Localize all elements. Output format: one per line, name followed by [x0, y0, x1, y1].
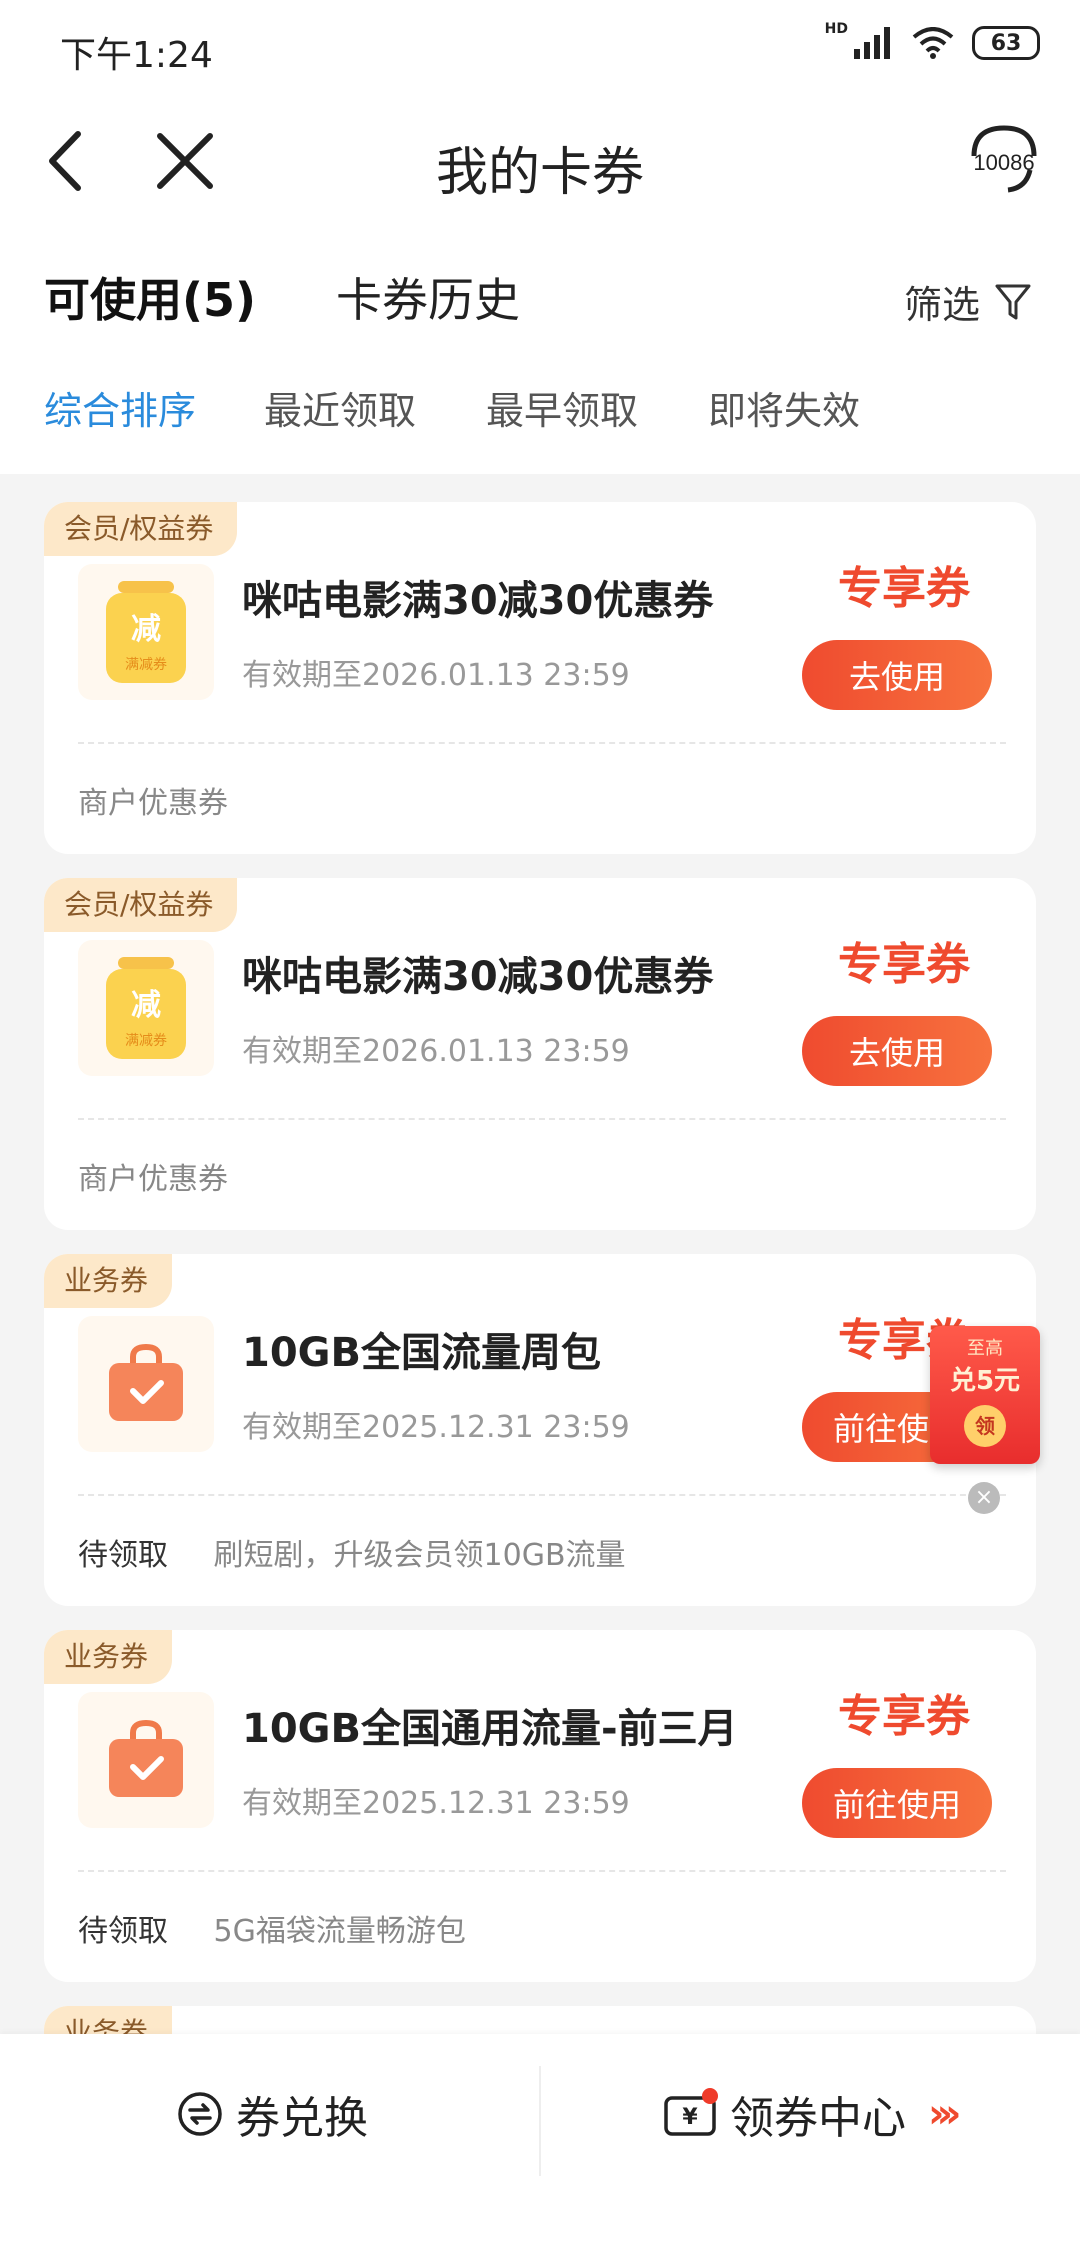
coupon-footer: 待领取 5G福袋流量畅游包 [78, 1906, 466, 1950]
exclusive-label: 专享券 [838, 939, 970, 990]
coupon-thumbnail: 减 满减券 [78, 940, 214, 1076]
svg-text:¥: ¥ [682, 2105, 698, 2130]
coupon-center-label: 领券中心 [730, 2093, 906, 2144]
sort-expiring[interactable]: 即将失效 [708, 380, 860, 435]
shopping-bag-icon [109, 1719, 183, 1797]
signal-icon [854, 27, 890, 59]
divider [78, 742, 1006, 744]
app-header: 我的卡券 10086 [0, 96, 1080, 226]
coupon-tag: 会员/权益券 [44, 878, 238, 932]
coupon-tag: 业务券 [44, 1254, 173, 1308]
shopping-bag-icon [109, 1343, 183, 1421]
hd-label: HD [824, 21, 848, 37]
coupon-status: 待领取 [78, 1538, 168, 1573]
discount-jar-icon: 减 满减券 [106, 581, 186, 683]
coupon-name: 咪咕电影满30减30优惠券 [242, 954, 714, 1000]
use-coupon-button[interactable]: 前往使用 [802, 1768, 992, 1838]
coupon-source: 商户优惠券 [78, 786, 228, 821]
use-coupon-button[interactable]: 去使用 [802, 640, 992, 710]
coupon-source: 刷短剧，升级会员领10GB流量 [213, 1538, 626, 1573]
sort-comprehensive[interactable]: 综合排序 [44, 380, 196, 435]
exclusive-label: 专享券 [838, 1691, 970, 1742]
bottom-bar: 券兑换 ¥ 领券中心 ››› [0, 2034, 1080, 2248]
sort-recent[interactable]: 最近领取 [264, 380, 416, 435]
coupon-card: 业务券 [44, 2006, 1036, 2034]
divider [78, 1870, 1006, 1872]
coupon-expiry: 有效期至2025.12.31 23:59 [242, 1786, 630, 1821]
sort-options: 综合排序 最近领取 最早领取 即将失效 [0, 330, 1080, 474]
coupon-status: 待领取 [78, 1914, 168, 1949]
divider [539, 2066, 541, 2176]
coupon-expiry: 有效期至2026.01.13 23:59 [242, 658, 630, 693]
filter-button[interactable]: 筛选 [904, 274, 1032, 329]
coupon-thumbnail [78, 1316, 214, 1452]
coupon-name: 咪咕电影满30减30优惠券 [242, 578, 714, 624]
coupon-expiry: 有效期至2025.12.31 23:59 [242, 1410, 630, 1445]
promo-line1: 至高 [967, 1338, 1003, 1359]
coupon-tag: 业务券 [44, 2006, 173, 2034]
exchange-button[interactable]: 券兑换 [176, 2082, 368, 2146]
coupon-list: 会员/权益券 减 满减券 咪咕电影满30减30优惠券 有效期至2026.01.1… [0, 474, 1080, 2034]
service-number: 10086 [973, 150, 1034, 175]
exchange-icon [178, 2092, 222, 2136]
coupon-footer: 商户优惠券 [78, 778, 228, 822]
use-coupon-button[interactable]: 去使用 [802, 1016, 992, 1086]
discount-jar-icon: 减 满减券 [106, 957, 186, 1059]
coupon-source: 5G福袋流量畅游包 [213, 1914, 466, 1949]
coupon-source: 商户优惠券 [78, 1162, 228, 1197]
jar-main-text: 减 [131, 988, 161, 1023]
divider [78, 1118, 1006, 1120]
promo-coin: 领 [964, 1405, 1006, 1447]
promo-close-icon[interactable]: × [968, 1482, 1000, 1514]
tab-available[interactable]: 可使用(5) [44, 264, 256, 330]
status-time: 下午1:24 [60, 35, 213, 76]
coupon-tag: 会员/权益券 [44, 502, 238, 556]
coupon-card: 业务券 10GB全国流量周包 有效期至2025.12.31 23:59 专享券 … [44, 1254, 1036, 1606]
coupon-tag: 业务券 [44, 1630, 173, 1684]
jar-main-text: 减 [131, 612, 161, 647]
filter-label: 筛选 [903, 283, 980, 327]
sort-earliest[interactable]: 最早领取 [486, 380, 638, 435]
coupon-card: 业务券 10GB全国通用流量-前三月 有效期至2025.12.31 23:59 … [44, 1630, 1036, 1982]
chevrons-right-icon: ››› [928, 2091, 962, 2137]
coupon-name: 10GB全国通用流量-前三月 [242, 1706, 738, 1752]
coupon-footer: 商户优惠券 [78, 1154, 228, 1198]
coupon-thumbnail: 减 满减券 [78, 564, 214, 700]
promo-badge[interactable]: 至高 兑5元 领 [930, 1326, 1040, 1464]
coupon-center-icon: ¥ [664, 2088, 718, 2136]
customer-service-icon[interactable]: 10086 [964, 120, 1044, 200]
coupon-name: 10GB全国流量周包 [242, 1330, 601, 1376]
tab-bar: 可使用(5) 卡券历史 筛选 [0, 226, 1080, 330]
coupon-footer: 待领取 刷短剧，升级会员领10GB流量 [78, 1530, 626, 1574]
jar-sub-text: 满减券 [125, 657, 167, 673]
coupon-center-button[interactable]: ¥ 领券中心 ››› [662, 2082, 962, 2146]
jar-sub-text: 满减券 [125, 1033, 167, 1049]
coupon-expiry: 有效期至2026.01.13 23:59 [242, 1034, 630, 1069]
exchange-label: 券兑换 [236, 2093, 368, 2144]
coupon-thumbnail [78, 1692, 214, 1828]
status-bar: 下午1:24 HD 63 [0, 0, 1080, 96]
wifi-icon [912, 27, 954, 59]
status-icons: HD 63 [825, 21, 1040, 60]
divider [78, 1494, 1006, 1496]
filter-icon [995, 284, 1031, 319]
tab-history[interactable]: 卡券历史 [336, 264, 520, 330]
battery-indicator: 63 [972, 26, 1040, 60]
exclusive-label: 专享券 [838, 563, 970, 614]
page-title: 我的卡券 [435, 143, 644, 203]
coupon-card: 会员/权益券 减 满减券 咪咕电影满30减30优惠券 有效期至2026.01.1… [44, 502, 1036, 854]
promo-line2: 兑5元 [949, 1366, 1021, 1396]
coupon-card: 会员/权益券 减 满减券 咪咕电影满30减30优惠券 有效期至2026.01.1… [44, 878, 1036, 1230]
